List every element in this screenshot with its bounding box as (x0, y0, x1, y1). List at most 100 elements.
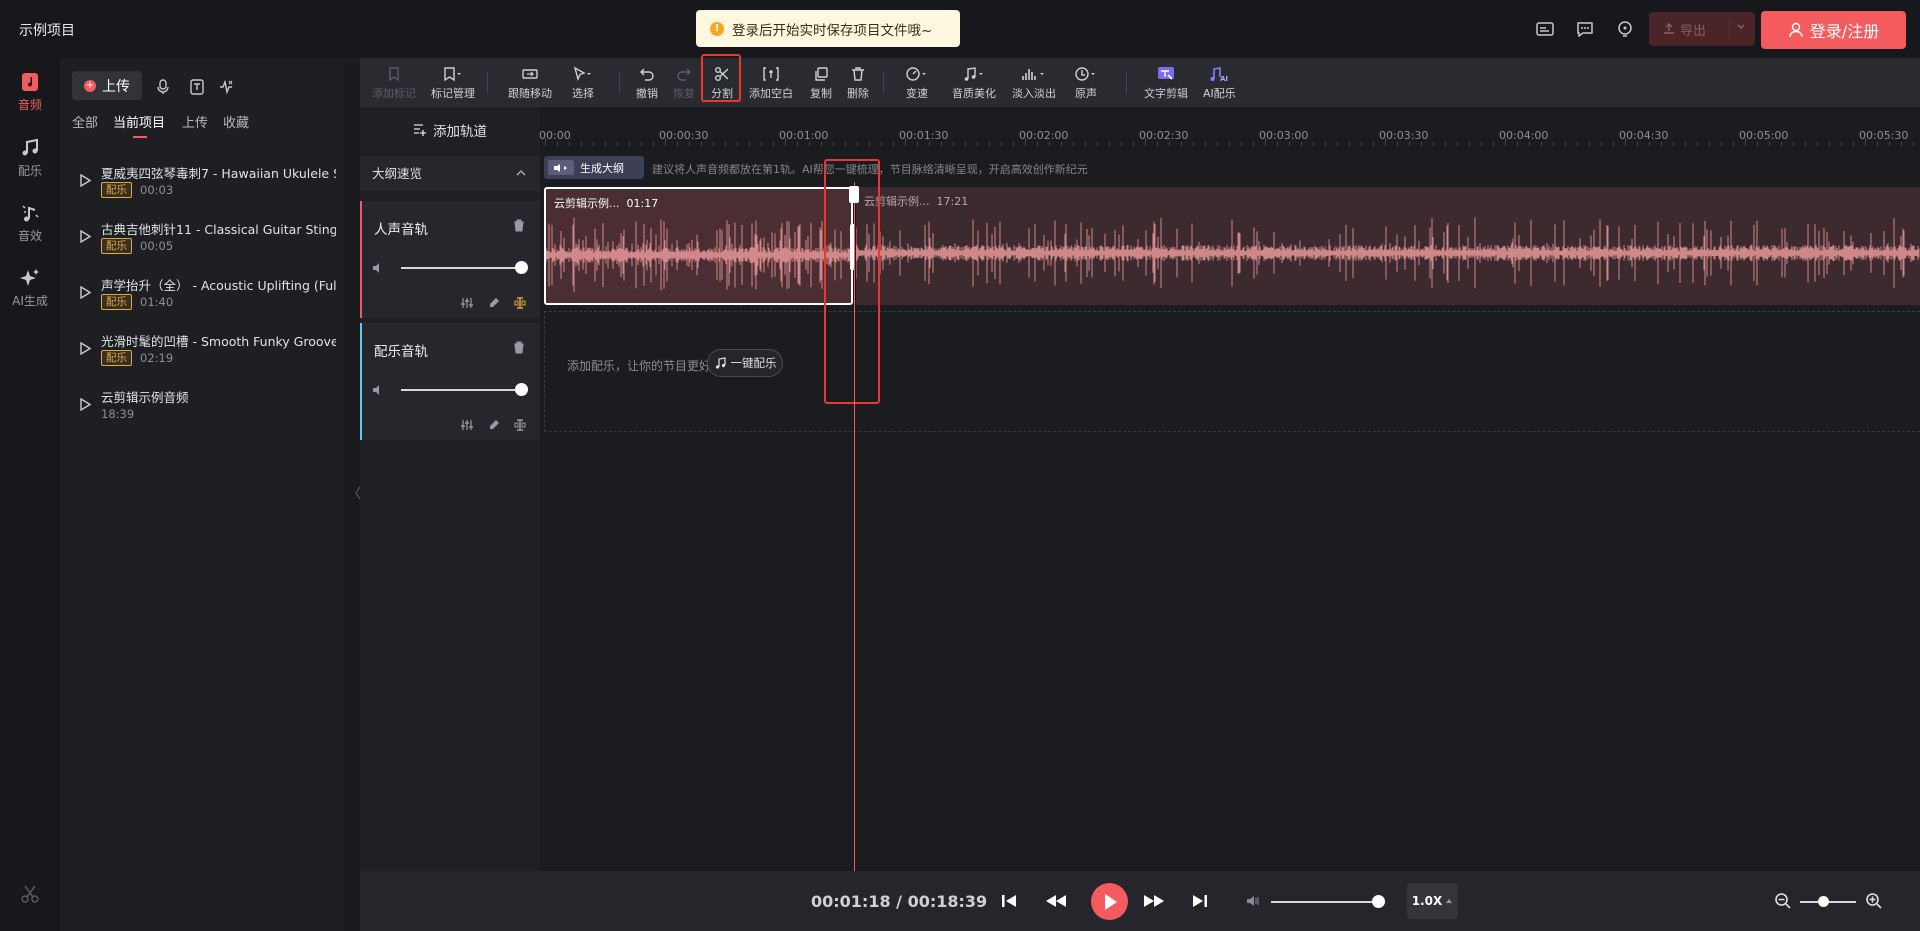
music-track-lane[interactable]: 添加配乐，让你的节目更好听 一键配乐 (544, 311, 1920, 432)
message-icon[interactable] (1574, 18, 1596, 40)
audio-clip[interactable]: 云剪辑示例... 17:21 (856, 187, 1920, 305)
track-expand-icon[interactable] (513, 418, 527, 432)
tool-original-sound[interactable]: 原声 (1074, 64, 1098, 101)
tool-redo[interactable]: 恢复 (673, 64, 695, 101)
tab-favorites[interactable]: 收藏 (223, 112, 249, 131)
tool-marker-manage[interactable]: 标记管理 (431, 64, 475, 101)
fast-forward-icon[interactable] (1141, 888, 1167, 914)
trash-icon[interactable] (513, 341, 525, 354)
tool-fade[interactable]: 淡入淡出 (1012, 64, 1056, 101)
chevron-up-icon[interactable] (516, 156, 526, 191)
ruler-minor-tick (1229, 142, 1230, 146)
add-track-label: 添加轨道 (433, 123, 487, 140)
play-button[interactable] (1091, 883, 1128, 920)
ruler-minor-tick (1205, 142, 1206, 146)
speaker-toggle-icon (548, 160, 574, 175)
trash-icon[interactable] (513, 219, 525, 232)
list-item[interactable]: 古典吉他刺针11 - Classical Guitar Sting 11 配乐 … (60, 214, 344, 266)
play-icon[interactable] (80, 286, 91, 299)
zoom-in-icon[interactable] (1865, 892, 1883, 910)
zoom-slider-knob[interactable] (1818, 896, 1829, 907)
list-item[interactable]: 夏威夷四弦琴毒刺7 - Hawaiian Ukulele Sting 7 配乐 … (60, 158, 344, 210)
upload-button[interactable]: + 上传 (72, 71, 142, 100)
tab-all[interactable]: 全部 (72, 112, 98, 131)
vocal-track-header[interactable]: 人声音轨 (360, 201, 540, 318)
volume-icon[interactable] (372, 384, 384, 396)
ruler-tick-label: 00:02:30 (1139, 129, 1189, 142)
outline-overview-row[interactable]: 大纲速览 (360, 156, 540, 191)
generate-outline-button[interactable]: 生成大纲 (544, 156, 644, 179)
ruler-tick-label: 00:02:00 (1019, 129, 1069, 142)
microphone-icon[interactable] (154, 78, 172, 96)
tool-select[interactable]: 选择 (572, 64, 594, 101)
tool-undo[interactable]: 撤销 (636, 64, 658, 101)
volume-slider[interactable] (401, 267, 521, 269)
volume-icon[interactable] (372, 262, 384, 274)
tool-text-edit[interactable]: 文字剪辑 (1144, 64, 1188, 101)
rail-item-music[interactable]: 配乐 (0, 138, 60, 179)
help-icon[interactable] (1614, 18, 1636, 40)
ruler-minor-tick (1241, 142, 1242, 146)
extract-audio-icon[interactable] (217, 78, 235, 96)
login-register-button[interactable]: 登录/注册 (1761, 11, 1906, 49)
ruler-minor-tick (1637, 142, 1638, 146)
tool-ai-music[interactable]: AI AI配乐 (1203, 64, 1236, 101)
track-expand-icon[interactable] (513, 296, 527, 310)
tool-follow-move[interactable]: 跟随移动 (508, 64, 552, 101)
volume-slider-knob[interactable] (515, 261, 528, 274)
tool-delete[interactable]: 删除 (847, 64, 869, 101)
ruler-minor-tick (701, 142, 702, 146)
tool-add-blank[interactable]: 添加空白 (749, 64, 793, 101)
timeline[interactable]: 00:00 00:00:30 00:01:00 00:01:30 00:02:00 00:… (539, 107, 1920, 687)
rail-item-sfx[interactable]: 音效 (0, 203, 60, 244)
tool-label: 选择 (572, 87, 594, 100)
mic-edit-icon[interactable] (487, 418, 501, 432)
project-title[interactable]: 示例项目 (19, 20, 75, 40)
chevron-down-icon[interactable] (1736, 22, 1746, 32)
tool-label: 原声 (1075, 87, 1097, 100)
skip-start-icon[interactable] (996, 888, 1022, 914)
ruler-tick-label: 00:01:30 (899, 129, 949, 142)
tool-speed[interactable]: 变速 (905, 64, 929, 101)
ruler-minor-tick (1529, 142, 1530, 146)
export-button[interactable]: 导出 (1649, 12, 1755, 46)
equalizer-icon[interactable] (460, 296, 474, 310)
skip-end-icon[interactable] (1187, 888, 1213, 914)
list-item[interactable]: 光滑时髦的凹槽 - Smooth Funky Groove 配乐 02:19 (60, 326, 344, 378)
add-track-button[interactable]: 添加轨道 (360, 107, 540, 152)
audio-clip-selected[interactable]: 云剪辑示例... 01:17 (544, 187, 853, 305)
tool-add-marker[interactable]: 添加标记 (372, 64, 416, 101)
tab-uploaded[interactable]: 上传 (182, 112, 208, 131)
ruler-minor-tick (1181, 142, 1182, 146)
tool-copy[interactable]: 复制 (810, 64, 832, 101)
subtitle-icon[interactable] (1534, 18, 1556, 40)
tool-label: 复制 (810, 87, 832, 100)
playhead-handle[interactable] (849, 186, 859, 203)
volume-slider[interactable] (401, 389, 521, 391)
play-icon[interactable] (80, 230, 91, 243)
list-item[interactable]: 云剪辑示例音频 18:39 (60, 382, 344, 434)
playhead[interactable] (854, 182, 855, 918)
mic-edit-icon[interactable] (487, 296, 501, 310)
playback-speed-button[interactable]: 1.0X (1407, 883, 1458, 919)
volume-icon[interactable] (1246, 894, 1260, 908)
tab-current-project[interactable]: 当前项目 (113, 112, 165, 131)
rail-item-audio[interactable]: 音频 (0, 72, 60, 113)
text-to-speech-icon[interactable] (188, 78, 206, 96)
list-item[interactable]: 声学抬升（全） - Acoustic Uplifting (Full) 配乐 0… (60, 270, 344, 322)
tool-audio-beautify[interactable]: 音质美化 (952, 64, 996, 101)
play-icon[interactable] (80, 398, 91, 411)
play-icon[interactable] (80, 342, 91, 355)
master-volume-knob[interactable] (1372, 895, 1385, 908)
music-track-header[interactable]: 配乐音轨 (360, 323, 540, 440)
rewind-icon[interactable] (1043, 888, 1069, 914)
time-ruler[interactable]: 00:00 00:00:30 00:01:00 00:01:30 00:02:00 00:… (539, 107, 1920, 147)
zoom-out-icon[interactable] (1774, 892, 1792, 910)
volume-slider-knob[interactable] (515, 383, 528, 396)
rail-item-ai[interactable]: AI生成 (0, 268, 60, 309)
equalizer-icon[interactable] (460, 418, 474, 432)
master-volume-slider[interactable] (1271, 901, 1381, 903)
play-icon[interactable] (80, 174, 91, 187)
one-key-music-button[interactable]: 一键配乐 (707, 349, 783, 377)
tool-label: 撤销 (636, 87, 658, 100)
